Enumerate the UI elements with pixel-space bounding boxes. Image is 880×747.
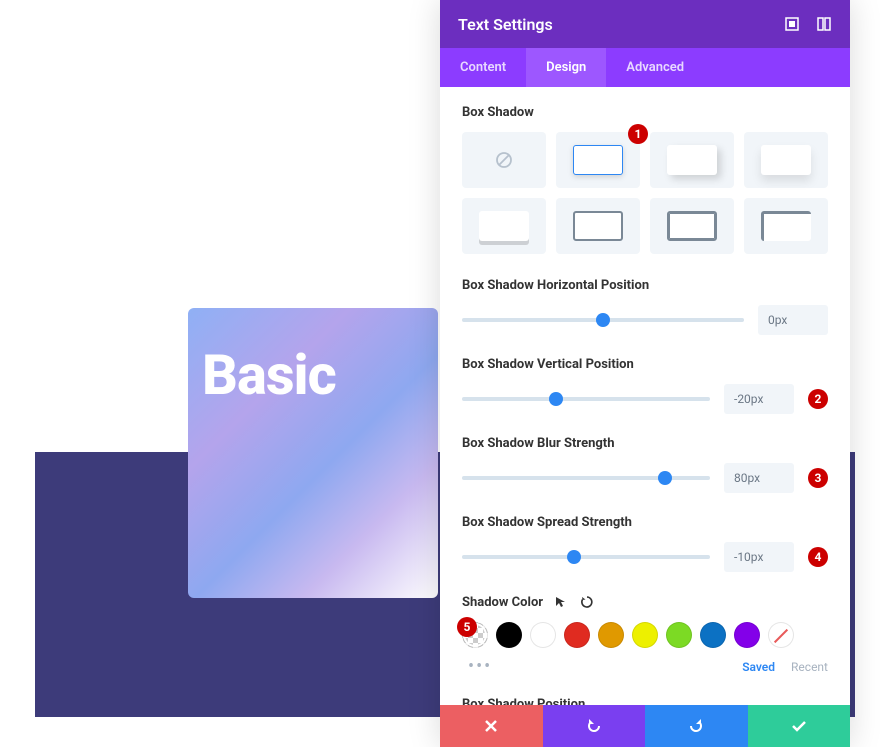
badge-3: 3 bbox=[808, 468, 828, 488]
panel-title: Text Settings bbox=[458, 15, 553, 34]
color-swatch-2[interactable] bbox=[530, 622, 556, 648]
badge-2: 2 bbox=[808, 389, 828, 409]
preset-6[interactable] bbox=[650, 198, 734, 254]
preset-4[interactable] bbox=[462, 198, 546, 254]
saved-tab[interactable]: Saved bbox=[742, 660, 775, 674]
slider-thumb[interactable] bbox=[658, 471, 672, 485]
slider[interactable] bbox=[462, 392, 710, 406]
bottom-bar bbox=[440, 705, 850, 747]
slider-value[interactable]: 80px bbox=[724, 463, 794, 493]
box-shadow-label: Box Shadow bbox=[462, 105, 828, 120]
slider[interactable] bbox=[462, 550, 710, 564]
slider[interactable] bbox=[462, 313, 744, 327]
color-swatch-3[interactable] bbox=[564, 622, 590, 648]
slider-thumb[interactable] bbox=[567, 550, 581, 564]
badge-1: 1 bbox=[628, 124, 648, 144]
color-swatch-5[interactable] bbox=[632, 622, 658, 648]
slider-value[interactable]: -10px bbox=[724, 542, 794, 572]
preset-5[interactable] bbox=[556, 198, 640, 254]
color-swatch-4[interactable] bbox=[598, 622, 624, 648]
panel-header: Text Settings bbox=[440, 0, 850, 48]
color-swatch-8[interactable] bbox=[734, 622, 760, 648]
expand-icon[interactable] bbox=[784, 16, 800, 32]
preset-2[interactable] bbox=[650, 132, 734, 188]
tabs: Content Design Advanced bbox=[440, 48, 850, 87]
color-swatch-9[interactable] bbox=[768, 622, 794, 648]
tab-design[interactable]: Design bbox=[526, 48, 606, 87]
cursor-icon[interactable] bbox=[553, 594, 569, 610]
slider-label: Box Shadow Blur Strength bbox=[462, 436, 828, 451]
slider[interactable] bbox=[462, 471, 710, 485]
preset-7[interactable] bbox=[744, 198, 828, 254]
badge-4: 4 bbox=[808, 547, 828, 567]
box-shadow-position-label: Box Shadow Position bbox=[462, 697, 828, 705]
color-swatch-7[interactable] bbox=[700, 622, 726, 648]
slider-row-3: Box Shadow Spread Strength -10px 4 bbox=[462, 515, 828, 572]
tab-content[interactable]: Content bbox=[440, 48, 526, 87]
color-swatch-1[interactable] bbox=[496, 622, 522, 648]
slider-label: Box Shadow Spread Strength bbox=[462, 515, 828, 530]
redo-button[interactable] bbox=[645, 705, 748, 747]
preview-card: Basic bbox=[188, 308, 438, 598]
badge-5: 5 bbox=[457, 617, 477, 637]
slider-thumb[interactable] bbox=[596, 313, 610, 327]
color-swatch-0[interactable]: 5 bbox=[462, 622, 488, 648]
preset-1[interactable]: 1 bbox=[556, 132, 640, 188]
slider-label: Box Shadow Horizontal Position bbox=[462, 278, 828, 293]
slider-value[interactable]: -20px bbox=[724, 384, 794, 414]
none-icon bbox=[479, 145, 529, 175]
settings-panel: Text Settings Content Design Advanced Bo… bbox=[440, 0, 850, 747]
preset-none[interactable] bbox=[462, 132, 546, 188]
color-swatches: 5 bbox=[462, 622, 828, 648]
header-icons bbox=[784, 16, 832, 32]
slider-label: Box Shadow Vertical Position bbox=[462, 357, 828, 372]
slider-row-2: Box Shadow Blur Strength 80px 3 bbox=[462, 436, 828, 493]
recent-tab[interactable]: Recent bbox=[791, 660, 828, 674]
shadow-color-label: Shadow Color bbox=[462, 595, 543, 610]
color-swatch-6[interactable] bbox=[666, 622, 692, 648]
cancel-button[interactable] bbox=[440, 705, 543, 747]
more-colors[interactable]: ••• bbox=[462, 656, 492, 677]
panel-body: Box Shadow 1 Box Shadow Horizontal Posit… bbox=[440, 87, 850, 705]
slider-row-1: Box Shadow Vertical Position -20px 2 bbox=[462, 357, 828, 414]
confirm-button[interactable] bbox=[748, 705, 851, 747]
preset-3[interactable] bbox=[744, 132, 828, 188]
slider-value[interactable]: 0px bbox=[758, 305, 828, 335]
reset-icon[interactable] bbox=[579, 594, 595, 610]
slider-row-0: Box Shadow Horizontal Position 0px bbox=[462, 278, 828, 335]
swatch-footer: ••• Saved Recent bbox=[462, 656, 828, 677]
undo-button[interactable] bbox=[543, 705, 646, 747]
tab-advanced[interactable]: Advanced bbox=[606, 48, 704, 87]
grid-icon[interactable] bbox=[816, 16, 832, 32]
shadow-color-header: Shadow Color bbox=[462, 594, 828, 610]
card-title: Basic bbox=[202, 342, 336, 408]
slider-thumb[interactable] bbox=[549, 392, 563, 406]
preset-grid: 1 bbox=[462, 132, 828, 254]
